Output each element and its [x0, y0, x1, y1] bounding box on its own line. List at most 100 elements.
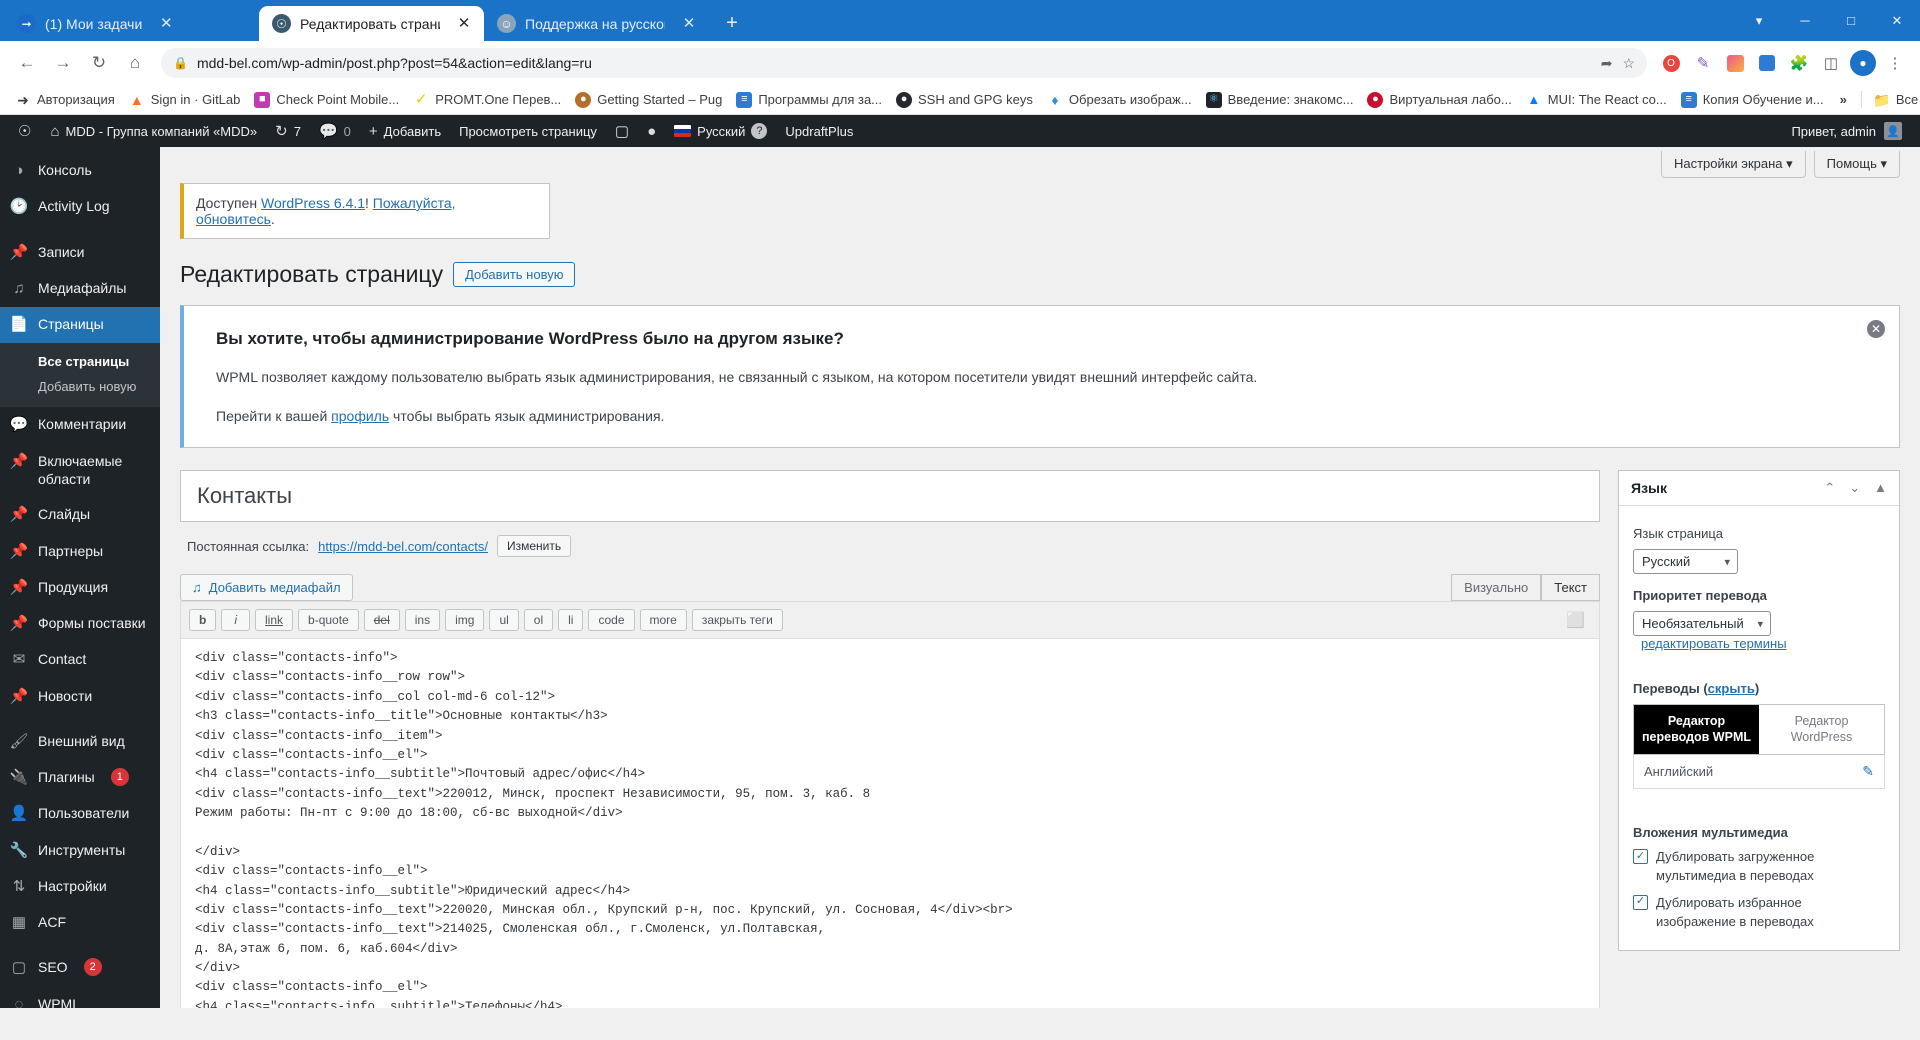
updraftplus-button[interactable]: UpdraftPlus: [776, 115, 862, 147]
quicktag-img[interactable]: img: [445, 609, 485, 631]
bookmark-item[interactable]: ■ Check Point Mobile...: [248, 89, 405, 111]
bookmark-item[interactable]: ➜ Авторизация: [9, 89, 121, 111]
language-switcher[interactable]: Русский ?: [665, 115, 776, 147]
greeting-label[interactable]: Привет, admin: [1791, 124, 1876, 139]
puzzle-icon[interactable]: 🧩: [1784, 48, 1814, 78]
bookmark-item[interactable]: ✓ PROMT.One Перев...: [407, 89, 567, 111]
quicktag-ol[interactable]: ol: [523, 609, 554, 631]
help-button[interactable]: Помощь ▾: [1813, 151, 1900, 178]
translation-priority-select[interactable]: Необязательный: [1633, 611, 1771, 636]
comments-button[interactable]: 💬 0: [310, 115, 360, 147]
pen-icon[interactable]: ✎: [1688, 48, 1718, 78]
palette-icon[interactable]: [1720, 48, 1750, 78]
sidebar-item-seo[interactable]: ▢ SEO 2: [0, 950, 160, 986]
circle-button[interactable]: ●: [638, 115, 665, 147]
new-tab-button[interactable]: +: [717, 8, 747, 38]
bookmark-item[interactable]: ● SSH and GPG keys: [890, 89, 1039, 111]
sidebar-item-comments[interactable]: 💬 Комментарии: [0, 407, 160, 443]
forward-button[interactable]: →: [46, 46, 80, 80]
bookmark-item[interactable]: ♦ Обрезать изображ...: [1041, 89, 1198, 111]
close-window-button[interactable]: ✕: [1874, 0, 1920, 41]
sidebar-item-posts[interactable]: 📌 Записи: [0, 235, 160, 271]
bookmark-item[interactable]: ≡ Программы для за...: [730, 89, 888, 111]
chevron-up-icon[interactable]: ⌃: [1824, 480, 1835, 496]
maximize-button[interactable]: □: [1828, 0, 1874, 41]
wp-logo-button[interactable]: ☉: [8, 115, 41, 147]
browser-tab-1[interactable]: ➞ (1) Мои задачи ✕: [4, 6, 259, 41]
permalink-edit-button[interactable]: Изменить: [496, 535, 572, 557]
bookmark-item[interactable]: ● Getting Started – Pug: [569, 89, 728, 111]
chevron-down-icon[interactable]: ▾: [1736, 0, 1782, 41]
sidebar-item-news[interactable]: 📌 Новости: [0, 679, 160, 715]
duplicate-featured-image-checkbox-row[interactable]: ✓ Дублировать избранное изображение в пе…: [1633, 894, 1885, 932]
sidebar-item-tools[interactable]: 🔧 Инструменты: [0, 833, 160, 869]
avatar[interactable]: 👤: [1884, 122, 1902, 140]
bookmark-item[interactable]: ● Виртуальная лабо...: [1361, 89, 1517, 111]
duplicate-media-checkbox-row[interactable]: ✓ Дублировать загруженное мультимедиа в …: [1633, 848, 1885, 886]
close-icon[interactable]: ✕: [680, 15, 698, 33]
sidebar-item-supply-forms[interactable]: 📌 Формы поставки: [0, 606, 160, 642]
toggle-icon[interactable]: ▲: [1874, 480, 1887, 496]
close-icon[interactable]: ✕: [455, 15, 473, 33]
close-icon[interactable]: ✕: [1867, 320, 1885, 338]
view-page-button[interactable]: Просмотреть страницу: [450, 115, 606, 147]
tab-visual[interactable]: Визуально: [1451, 574, 1542, 601]
checkbox-checked-icon[interactable]: ✓: [1633, 894, 1648, 910]
page-language-select[interactable]: Русский: [1633, 549, 1738, 574]
home-button[interactable]: ⌂: [118, 46, 152, 80]
sidebar-item-dashboard[interactable]: ◑ Консоль: [0, 153, 160, 189]
post-content-textarea[interactable]: <div class="contacts-info"> <div class="…: [180, 638, 1600, 1008]
sidebar-item-production[interactable]: 📌 Продукция: [0, 570, 160, 606]
sidebar-item-partners[interactable]: 📌 Партнеры: [0, 534, 160, 570]
share-icon[interactable]: ➦: [1601, 55, 1613, 72]
sidebar-item-plugins[interactable]: 🔌 Плагины 1: [0, 760, 160, 796]
bookmark-item[interactable]: ▲ Sign in · GitLab: [123, 89, 247, 111]
quicktag-ul[interactable]: ul: [489, 609, 519, 631]
opera-icon[interactable]: O: [1656, 48, 1686, 78]
close-icon[interactable]: ✕: [157, 15, 175, 33]
quicktag-b[interactable]: b: [189, 609, 217, 631]
site-name-button[interactable]: ⌂ MDD - Группа компаний «MDD»: [41, 115, 266, 147]
pencil-icon[interactable]: ✎: [1862, 763, 1874, 780]
quicktag-b-quote[interactable]: b-quote: [298, 609, 359, 631]
quicktag-more[interactable]: more: [639, 609, 687, 631]
reload-button[interactable]: ↻: [82, 46, 116, 80]
back-button[interactable]: ←: [10, 46, 44, 80]
profile-avatar[interactable]: ●: [1848, 48, 1878, 78]
browser-tab-3[interactable]: ☺ Поддержка на русском языке ✕: [484, 6, 709, 41]
quicktag-link[interactable]: link: [255, 609, 294, 631]
new-content-button[interactable]: + Добавить: [360, 115, 450, 147]
sidebar-item-appearance[interactable]: 🖌 Внешний вид: [0, 724, 160, 760]
fullscreen-icon[interactable]: ⬜: [1566, 611, 1591, 629]
quicktag-close-tags[interactable]: закрыть теги: [691, 609, 783, 631]
profile-link[interactable]: профиль: [331, 408, 389, 424]
sidebar-item-activity-log[interactable]: 🕑 Activity Log: [0, 189, 160, 225]
sidebar-subitem-add-new[interactable]: Добавить новую: [0, 374, 160, 399]
add-media-button[interactable]: ♫ Добавить медиафайл: [180, 574, 353, 601]
minimize-button[interactable]: ─: [1782, 0, 1828, 41]
bookmark-item[interactable]: ⚛ Введение: знакомс...: [1200, 89, 1360, 111]
add-new-button[interactable]: Добавить новую: [453, 262, 576, 287]
sidebar-icon[interactable]: ◫: [1816, 48, 1846, 78]
wordpress-version-link[interactable]: WordPress 6.4.1: [261, 195, 365, 211]
sidebar-item-settings[interactable]: ⇅ Настройки: [0, 869, 160, 905]
help-icon[interactable]: ?: [751, 123, 768, 139]
chevron-down-icon[interactable]: ⌄: [1849, 480, 1860, 496]
sidebar-item-contact[interactable]: ✉ Contact: [0, 642, 160, 678]
sidebar-subitem-all-pages[interactable]: Все страницы: [0, 349, 160, 374]
edit-terms-link[interactable]: редактировать термины: [1641, 636, 1787, 651]
sidebar-item-users[interactable]: 👤 Пользователи: [0, 796, 160, 832]
sidebar-item-includable-areas[interactable]: 📌 Включаемые области: [0, 444, 160, 498]
quicktag-li[interactable]: li: [558, 609, 584, 631]
bookmark-item[interactable]: ▲ MUI: The React co...: [1520, 89, 1673, 111]
tab-text[interactable]: Текст: [1541, 574, 1600, 601]
screen-options-button[interactable]: Настройки экрана ▾: [1660, 151, 1806, 178]
yoast-seo-button[interactable]: ▢: [606, 115, 638, 147]
grid-icon[interactable]: [1752, 48, 1782, 78]
quicktag-ins[interactable]: ins: [404, 609, 441, 631]
quicktag-code[interactable]: code: [588, 609, 635, 631]
editor-wordpress-option[interactable]: Редактор WordPress: [1759, 705, 1884, 755]
sidebar-item-slides[interactable]: 📌 Слайды: [0, 497, 160, 533]
bookmark-item[interactable]: ≡ Копия Обучение и...: [1675, 89, 1830, 111]
address-bar[interactable]: 🔒 mdd-bel.com/wp-admin/post.php?post=54&…: [161, 48, 1647, 78]
